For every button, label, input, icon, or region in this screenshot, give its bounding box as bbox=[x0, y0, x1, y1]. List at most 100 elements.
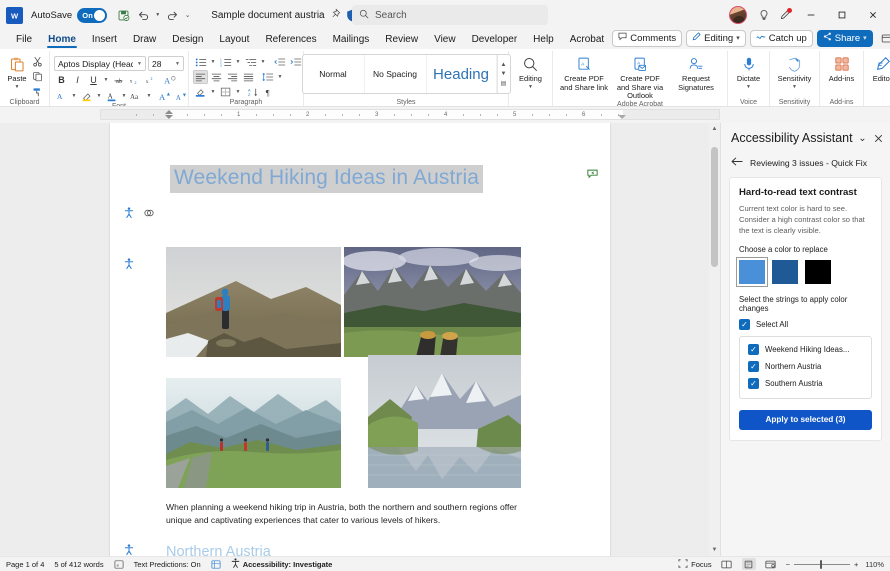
decrease-indent-icon[interactable] bbox=[272, 55, 287, 69]
string-row-3[interactable]: ✓ Southern Austria bbox=[748, 378, 863, 389]
accessibility-flag-icon[interactable] bbox=[124, 544, 134, 556]
apply-to-selected-button[interactable]: Apply to selected (3) bbox=[739, 410, 872, 430]
editing-mode-button[interactable]: Editing ▾ bbox=[686, 29, 746, 47]
chevron-down-icon[interactable]: ▼ bbox=[234, 89, 242, 95]
accessibility-status[interactable]: Accessibility: Investigate bbox=[231, 558, 332, 570]
chevron-down-icon[interactable]: ▼ bbox=[501, 71, 507, 77]
pin-icon[interactable] bbox=[330, 8, 341, 22]
italic-button[interactable]: I bbox=[70, 73, 85, 87]
zoom-slider-knob[interactable] bbox=[819, 559, 823, 569]
paragraph-marks-icon[interactable]: ¶ bbox=[262, 85, 277, 99]
create-pdf-outlook-button[interactable]: A Create PDF and Share via Outlook bbox=[613, 52, 667, 101]
document-canvas[interactable]: Weekend Hiking Ideas in Austria When pla… bbox=[0, 123, 720, 556]
align-right-icon[interactable] bbox=[225, 70, 240, 84]
text-effects-icon[interactable]: A bbox=[162, 73, 177, 87]
increase-indent-icon[interactable] bbox=[288, 55, 303, 69]
document-heading[interactable]: Weekend Hiking Ideas in Austria bbox=[170, 165, 484, 193]
tab-mailings[interactable]: Mailings bbox=[325, 30, 378, 49]
string-row-1[interactable]: ✓ Weekend Hiking Ideas... bbox=[748, 344, 863, 355]
style-normal[interactable]: Normal bbox=[303, 55, 365, 93]
text-highlight-icon[interactable] bbox=[79, 89, 94, 103]
search-box[interactable]: Search bbox=[352, 5, 548, 25]
text-fill-icon[interactable]: A bbox=[54, 89, 69, 103]
bold-button[interactable]: B bbox=[54, 73, 69, 87]
language-icon[interactable] bbox=[211, 559, 221, 569]
save-icon[interactable] bbox=[113, 5, 133, 25]
request-signatures-button[interactable]: Request Signatures bbox=[669, 52, 723, 92]
underline-button[interactable]: U bbox=[86, 73, 101, 87]
undo-icon[interactable] bbox=[133, 5, 153, 25]
styles-scroll-controls[interactable]: ▲ ▼ ▤ bbox=[496, 55, 510, 93]
chevron-down-icon[interactable]: ▼ bbox=[209, 89, 217, 95]
share-button[interactable]: Share ▾ bbox=[816, 29, 873, 47]
format-painter-icon[interactable] bbox=[30, 84, 45, 98]
pane-breadcrumb-row[interactable]: Reviewing 3 issues - Quick Fix bbox=[721, 151, 890, 177]
word-count[interactable]: 5 of 412 words bbox=[54, 560, 103, 569]
sensitivity-button[interactable]: Sensitivity ▼ bbox=[772, 52, 818, 90]
borders-icon[interactable] bbox=[218, 85, 233, 99]
align-left-icon[interactable] bbox=[193, 70, 208, 84]
minimize-button[interactable] bbox=[796, 1, 826, 29]
strikethrough-icon[interactable]: ab bbox=[111, 73, 126, 87]
justify-icon[interactable] bbox=[241, 70, 256, 84]
tab-references[interactable]: References bbox=[257, 30, 324, 49]
select-all-row[interactable]: ✓ Select All bbox=[739, 319, 872, 330]
focus-button[interactable]: Focus bbox=[678, 558, 712, 570]
proofing-icon[interactable]: a bbox=[114, 559, 124, 569]
cut-icon[interactable] bbox=[30, 54, 45, 68]
tab-acrobat[interactable]: Acrobat bbox=[562, 30, 612, 49]
document-title[interactable]: Sample document austria bbox=[211, 10, 324, 21]
font-size-combo[interactable]: 28 ▼ bbox=[148, 56, 184, 71]
underline-dropdown-icon[interactable]: ▼ bbox=[102, 77, 110, 83]
comment-reply-icon[interactable] bbox=[587, 168, 598, 182]
black-swatch[interactable] bbox=[805, 260, 831, 284]
scrollbar-thumb[interactable] bbox=[711, 147, 718, 267]
style-no-spacing[interactable]: No Spacing bbox=[365, 55, 427, 93]
tab-developer[interactable]: Developer bbox=[464, 30, 526, 49]
boots-mountain-view-photo[interactable] bbox=[344, 247, 521, 357]
tab-draw[interactable]: Draw bbox=[125, 30, 164, 49]
zoom-out-button[interactable]: − bbox=[786, 560, 790, 569]
left-indent-marker[interactable] bbox=[165, 110, 173, 114]
text-predictions-status[interactable]: Text Predictions: On bbox=[134, 560, 201, 569]
chevron-down-icon[interactable]: ▼ bbox=[120, 93, 128, 99]
shrink-font-icon[interactable]: A ▼ bbox=[173, 89, 188, 103]
zoom-slider-track[interactable] bbox=[793, 559, 850, 569]
light-blue-swatch[interactable] bbox=[736, 257, 768, 287]
string-row-2[interactable]: ✓ Northern Austria bbox=[748, 361, 863, 372]
string-checkbox-1[interactable]: ✓ bbox=[748, 344, 759, 355]
paste-button[interactable]: Paste ▼ bbox=[4, 52, 30, 90]
read-mode-icon[interactable] bbox=[720, 558, 734, 570]
styles-more-icon[interactable]: ▤ bbox=[501, 80, 507, 87]
comments-button[interactable]: Comments bbox=[612, 29, 683, 47]
editing-button[interactable]: Editing ▼ bbox=[512, 52, 550, 90]
vertical-scrollbar[interactable]: ▲ ▼ bbox=[709, 123, 720, 556]
autosave-toggle[interactable]: On bbox=[77, 7, 108, 23]
superscript-icon[interactable]: x2 bbox=[143, 73, 158, 87]
right-indent-marker[interactable] bbox=[618, 115, 626, 119]
chevron-down-icon[interactable]: ▼ bbox=[70, 93, 78, 99]
accessibility-flag-icon[interactable] bbox=[124, 207, 134, 221]
chevron-down-icon[interactable]: ▼ bbox=[259, 59, 267, 65]
tab-design[interactable]: Design bbox=[164, 30, 211, 49]
redo-icon[interactable] bbox=[162, 5, 182, 25]
accessibility-flag-icon[interactable] bbox=[124, 258, 134, 272]
copy-icon[interactable] bbox=[30, 69, 45, 83]
shading-icon[interactable] bbox=[193, 85, 208, 99]
print-layout-icon[interactable] bbox=[741, 558, 756, 570]
web-layout-icon[interactable] bbox=[764, 558, 778, 570]
align-center-icon[interactable] bbox=[209, 70, 224, 84]
tab-file[interactable]: File bbox=[8, 30, 40, 49]
document-page[interactable]: Weekend Hiking Ideas in Austria When pla… bbox=[110, 123, 610, 556]
font-name-combo[interactable]: Aptos Display (Headings) ▼ bbox=[54, 56, 146, 71]
subscript-icon[interactable]: x2 bbox=[127, 73, 142, 87]
chevron-down-icon[interactable]: ▼ bbox=[792, 84, 797, 91]
string-checkbox-2[interactable]: ✓ bbox=[748, 361, 759, 372]
three-hikers-green-ridge-photo[interactable] bbox=[166, 378, 341, 488]
catch-up-button[interactable]: Catch up bbox=[749, 29, 813, 47]
zoom-level[interactable]: 110% bbox=[865, 560, 884, 569]
pane-collapse-icon[interactable]: ⌄ bbox=[857, 131, 869, 145]
select-all-checkbox[interactable]: ✓ bbox=[739, 319, 750, 330]
chevron-down-icon[interactable]: ▼ bbox=[528, 84, 533, 91]
line-spacing-icon[interactable] bbox=[260, 70, 275, 84]
